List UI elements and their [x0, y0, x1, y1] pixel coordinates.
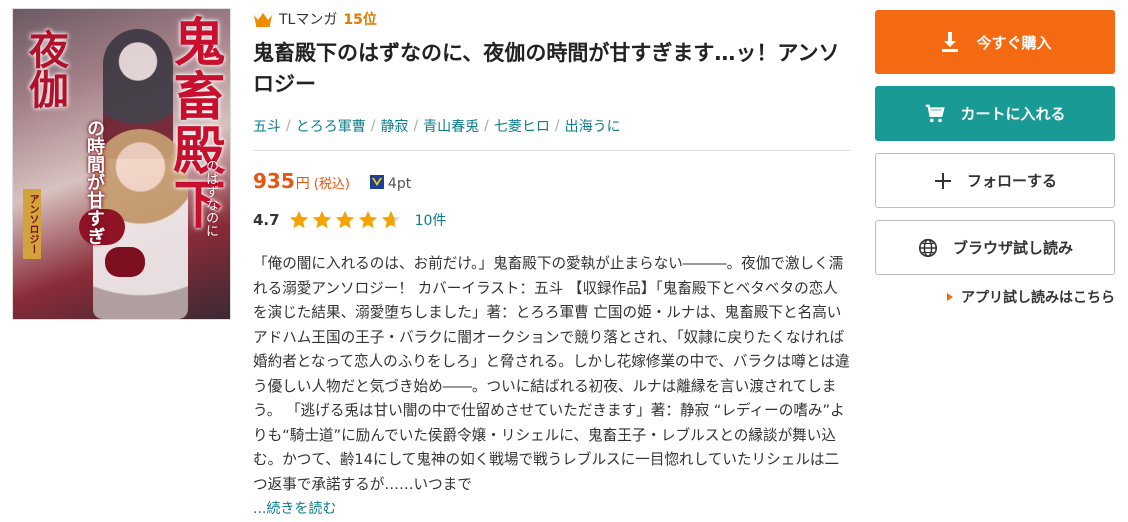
- follow-button[interactable]: フォローする: [875, 153, 1115, 208]
- action-buttons: 今すぐ購入 カートに入れる フォローする ブラウザ試し読み アプリ試し読みはこち…: [875, 10, 1115, 307]
- author-separator: /: [484, 118, 489, 134]
- rating-row: 4.7 10件: [253, 209, 851, 231]
- ranking-number: 15位: [343, 12, 377, 28]
- price-tax-label: (税込): [313, 177, 350, 192]
- star-half-icon: [381, 210, 400, 229]
- book-title: 鬼畜殿下のはずなのに、夜伽の時間が甘すぎます…ッ！アンソロジー: [253, 41, 840, 96]
- buy-now-label: 今すぐ購入: [976, 33, 1052, 52]
- author-link[interactable]: 出海うに: [565, 116, 621, 136]
- author-separator: /: [286, 118, 291, 134]
- browser-trial-button[interactable]: ブラウザ試し読み: [875, 220, 1115, 275]
- book-description: 「俺の闇に入れるのは、お前だけ。」鬼畜殿下の愛執が止まらない―――。夜伽で激しく…: [253, 255, 850, 493]
- rating-value: 4.7: [253, 211, 280, 229]
- buy-now-button[interactable]: 今すぐ購入: [875, 10, 1115, 74]
- browser-trial-label: ブラウザ試し読み: [952, 239, 1073, 257]
- cover-art: 鬼畜殿下 夜伽 の時間が甘すぎ のはずなのに アンソロジー: [13, 9, 230, 319]
- review-count-link[interactable]: 10件: [415, 210, 447, 230]
- author-separator: /: [370, 118, 376, 134]
- star-rating: [288, 209, 403, 231]
- divider: [253, 150, 851, 151]
- cover-title-small: のはずなのに: [203, 159, 218, 237]
- point-icon: [369, 175, 384, 189]
- add-to-cart-button[interactable]: カートに入れる: [875, 86, 1115, 141]
- follow-label: フォローする: [966, 172, 1057, 190]
- author-link[interactable]: 五斗: [253, 116, 281, 136]
- ranking-row: TLマンガ 15位: [253, 8, 851, 30]
- price-currency: 円: [295, 176, 310, 192]
- author-link[interactable]: 青山春兎: [423, 116, 479, 136]
- cover-title-mid: の時間が甘すぎ: [84, 119, 105, 245]
- plus-icon: [934, 172, 951, 189]
- cart-icon: [926, 104, 946, 122]
- price-row: 935 円 (税込) 4pt: [253, 169, 851, 193]
- add-to-cart-label: カートに入れる: [960, 105, 1066, 123]
- read-more-link[interactable]: ...続きを読む: [253, 498, 336, 518]
- book-info: TLマンガ 15位 鬼畜殿下のはずなのに、夜伽の時間が甘すぎます…ッ！アンソロジ…: [253, 8, 851, 496]
- star-icon: [289, 210, 308, 229]
- author-separator: /: [413, 118, 419, 134]
- author-list: 五斗 / とろろ軍曹 / 静寂 / 青山春兎 / 七菱ヒロ / 出海うに: [253, 116, 851, 136]
- book-cover[interactable]: 鬼畜殿下 夜伽 の時間が甘すぎ のはずなのに アンソロジー: [12, 8, 231, 320]
- star-icon: [358, 210, 377, 229]
- ranking-category-link[interactable]: TLマンガ: [279, 9, 337, 29]
- price-value: 935: [253, 169, 295, 193]
- triangle-right-icon: [947, 293, 953, 301]
- app-trial-link[interactable]: アプリ試し読みはこちら: [875, 287, 1115, 307]
- cover-glove: [105, 247, 145, 277]
- app-trial-label: アプリ試し読みはこちら: [961, 290, 1115, 306]
- author-link[interactable]: 七菱ヒロ: [494, 116, 550, 136]
- star-icon: [312, 210, 331, 229]
- cover-badge: アンソロジー: [23, 189, 41, 259]
- points-value: 4pt: [387, 176, 412, 192]
- crown-icon: [254, 13, 272, 27]
- globe-icon: [918, 238, 938, 257]
- star-icon: [335, 210, 354, 229]
- cover-title-left: 夜伽: [22, 29, 69, 109]
- author-link[interactable]: とろろ軍曹: [296, 116, 366, 136]
- author-separator: /: [554, 118, 560, 134]
- download-icon: [942, 32, 959, 52]
- author-link[interactable]: 静寂: [380, 116, 408, 136]
